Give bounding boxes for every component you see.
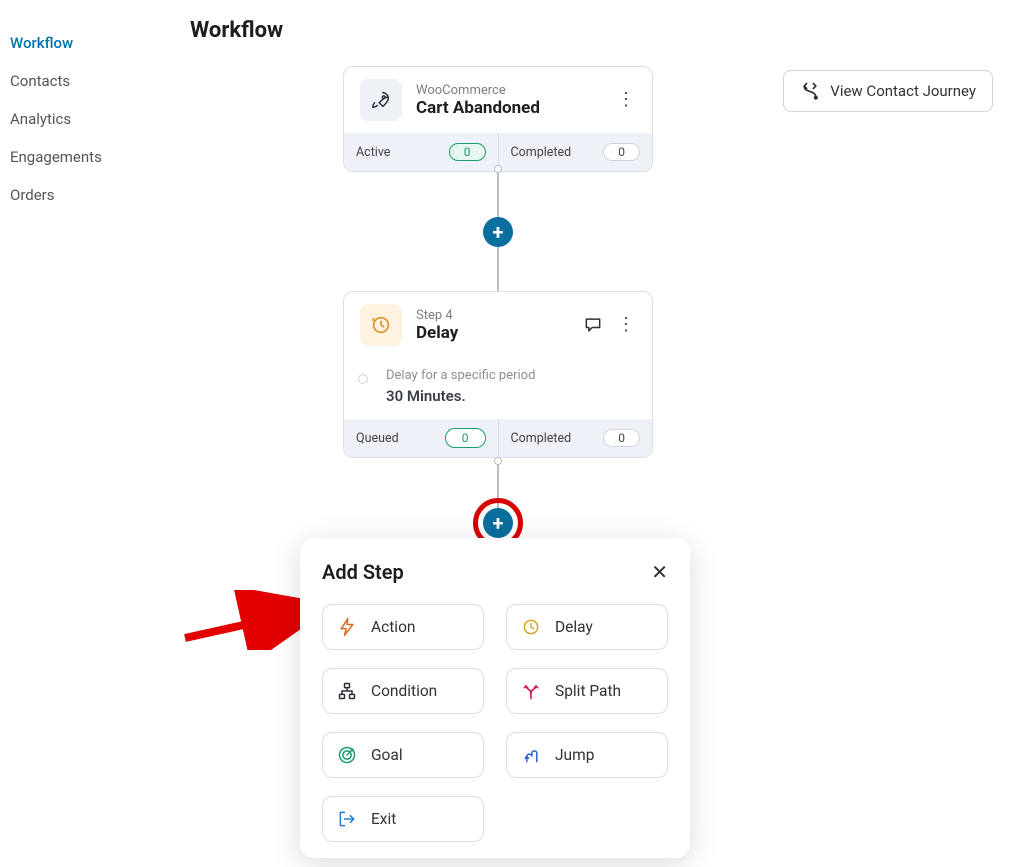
trigger-title: Cart Abandoned: [416, 98, 540, 118]
sidebar-item-orders[interactable]: Orders: [10, 176, 170, 214]
option-exit[interactable]: Exit: [322, 796, 484, 842]
target-icon: [337, 745, 357, 765]
clock-icon: [360, 304, 402, 346]
sidebar-nav: Workflow Contacts Analytics Engagements …: [10, 24, 170, 214]
connector-dot: [494, 457, 502, 465]
delay-step-label: Step 4: [416, 308, 458, 323]
rocket-icon: [360, 79, 402, 121]
sidebar-item-contacts[interactable]: Contacts: [10, 62, 170, 100]
workflow-canvas: WooCommerce Cart Abandoned ⋮ Active 0 Co…: [190, 60, 993, 867]
option-condition[interactable]: Condition: [322, 668, 484, 714]
add-step-panel: Add Step ✕ Action Delay Condition Split …: [300, 538, 690, 858]
trigger-completed-count: 0: [603, 143, 640, 161]
split-icon: [521, 681, 541, 701]
trigger-active-count: 0: [449, 143, 486, 161]
connector-line: [497, 247, 499, 291]
delay-queued-count: 0: [445, 428, 486, 448]
trigger-completed-stat: Completed 0: [498, 133, 653, 171]
delay-completed-stat: Completed 0: [498, 419, 653, 457]
page-title: Workflow: [190, 18, 283, 43]
exit-icon: [337, 809, 357, 829]
delay-body-subtitle: Delay for a specific period: [374, 368, 636, 383]
sidebar-item-workflow[interactable]: Workflow: [10, 24, 170, 62]
delay-completed-count: 0: [603, 429, 640, 447]
comment-icon[interactable]: [583, 315, 603, 335]
sidebar-item-engagements[interactable]: Engagements: [10, 138, 170, 176]
option-split-path[interactable]: Split Path: [506, 668, 668, 714]
option-action[interactable]: Action: [322, 604, 484, 650]
lightning-icon: [337, 617, 357, 637]
option-jump[interactable]: Jump: [506, 732, 668, 778]
delay-title: Delay: [416, 323, 458, 343]
option-delay[interactable]: Delay: [506, 604, 668, 650]
delay-menu-button[interactable]: ⋮: [617, 316, 636, 334]
delay-node[interactable]: Step 4 Delay ⋮ Delay for a specific peri…: [343, 291, 653, 458]
close-icon[interactable]: ✕: [651, 560, 668, 584]
connector-line: [497, 173, 499, 218]
clock-icon: [521, 617, 541, 637]
body-bullet: [358, 374, 368, 384]
delay-body-value: 30 Minutes.: [374, 387, 636, 405]
sitemap-icon: [337, 681, 357, 701]
add-step-plus-button-highlighted[interactable]: +: [483, 508, 513, 538]
connector-line: [497, 465, 499, 509]
connector-dot: [494, 165, 502, 173]
jump-icon: [521, 745, 541, 765]
sidebar-item-analytics[interactable]: Analytics: [10, 100, 170, 138]
add-step-title: Add Step: [322, 560, 404, 584]
trigger-menu-button[interactable]: ⋮: [617, 91, 636, 109]
trigger-active-stat: Active 0: [344, 133, 498, 171]
trigger-node[interactable]: WooCommerce Cart Abandoned ⋮ Active 0 Co…: [343, 66, 653, 172]
trigger-source: WooCommerce: [416, 83, 540, 98]
option-goal[interactable]: Goal: [322, 732, 484, 778]
add-step-plus-button[interactable]: +: [483, 217, 513, 247]
delay-queued-stat: Queued 0: [344, 419, 498, 457]
